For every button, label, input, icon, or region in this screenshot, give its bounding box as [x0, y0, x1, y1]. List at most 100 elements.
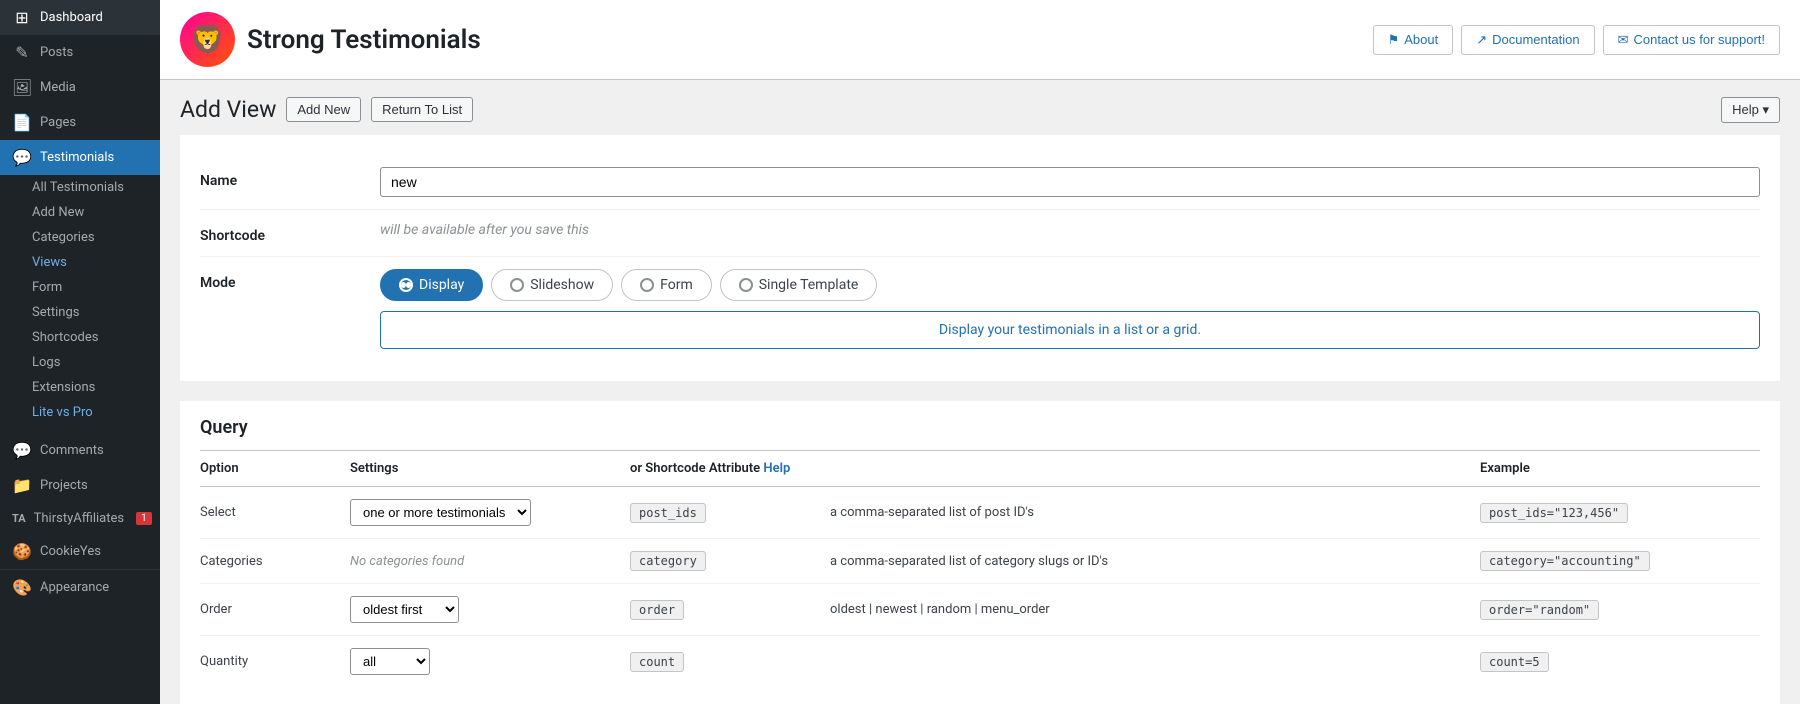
sidebar-item-appearance[interactable]: 🎨 Appearance: [0, 569, 160, 605]
mode-option-display[interactable]: Display: [380, 269, 483, 301]
sidebar-item-form[interactable]: Form: [32, 275, 160, 300]
shortcode-help-link[interactable]: Help: [763, 461, 790, 476]
shortcode-field: will be available after you save this: [380, 222, 1760, 238]
sidebar-item-all-testimonials[interactable]: All Testimonials: [32, 175, 160, 200]
shortcode-badge-category: category: [630, 551, 706, 571]
sidebar-item-dashboard[interactable]: ⊞ Dashboard: [0, 0, 160, 35]
example-code-post-ids: post_ids="123,456": [1480, 503, 1628, 523]
name-label: Name: [200, 167, 360, 189]
testimonials-icon: 💬: [12, 148, 32, 167]
mode-radio-form: [640, 278, 654, 292]
content-area: Add View Add New Return To List Help ▾ N…: [160, 80, 1800, 704]
help-button[interactable]: Help ▾: [1721, 97, 1780, 123]
settings-cell-categories: No categories found: [350, 539, 630, 584]
settings-cell-select: one or more testimonials all testimonial…: [350, 487, 630, 539]
dashboard-icon: ⊞: [12, 8, 32, 27]
mode-options: Display Slideshow Form: [380, 269, 1760, 301]
sidebar-item-extensions[interactable]: Extensions: [32, 375, 160, 400]
example-cell-select: post_ids="123,456": [1480, 487, 1760, 539]
mode-option-form[interactable]: Form: [621, 269, 712, 301]
plugin-logo-icon: 🦁: [180, 12, 235, 67]
sidebar-item-comments[interactable]: 💬 Comments: [0, 433, 160, 468]
comments-icon: 💬: [12, 441, 32, 460]
query-table: Option Settings or Shortcode Attribute H…: [200, 451, 1760, 687]
documentation-icon: ↗: [1476, 32, 1487, 48]
cookieyes-icon: 🍪: [12, 542, 32, 561]
option-cell-select: Select: [200, 487, 350, 539]
mode-option-single-template[interactable]: Single Template: [720, 269, 878, 301]
page-header-left: Add View Add New Return To List: [180, 96, 473, 123]
table-header-row: Option Settings or Shortcode Attribute H…: [200, 451, 1760, 487]
table-row: Order oldest first newest first random m…: [200, 584, 1760, 636]
sidebar: ⊞ Dashboard ✎ Posts 🖼 Media 📄 Pages 💬 Te…: [0, 0, 160, 704]
sidebar-item-testimonials[interactable]: 💬 Testimonials: [0, 140, 160, 175]
return-to-list-button[interactable]: Return To List: [371, 97, 473, 122]
mode-radio-slideshow: [510, 278, 524, 292]
table-row: Quantity all 1 5 10 25 50: [200, 636, 1760, 688]
col-header-option: Option: [200, 451, 350, 487]
description-cell-select: a comma-separated list of post ID's: [830, 487, 1480, 539]
sidebar-item-add-new[interactable]: Add New: [32, 200, 160, 225]
no-categories-text: No categories found: [350, 554, 464, 569]
query-section-title: Query: [200, 401, 1760, 451]
sidebar-item-logs[interactable]: Logs: [32, 350, 160, 375]
sidebar-item-projects[interactable]: 📁 Projects: [0, 468, 160, 503]
mode-option-slideshow[interactable]: Slideshow: [491, 269, 613, 301]
shortcode-row: Shortcode will be available after you sa…: [200, 210, 1760, 257]
header-actions: ⚑ About ↗ Documentation ✉ Contact us for…: [1373, 25, 1780, 55]
select-dropdown-order[interactable]: oldest first newest first random menu_or…: [350, 596, 459, 623]
media-icon: 🖼: [12, 78, 32, 97]
name-field: [380, 167, 1760, 197]
name-input[interactable]: [380, 167, 1760, 197]
settings-cell-order: oldest first newest first random menu_or…: [350, 584, 630, 636]
option-cell-order: Order: [200, 584, 350, 636]
contact-support-button[interactable]: ✉ Contact us for support!: [1603, 25, 1780, 55]
example-cell-quantity: count=5: [1480, 636, 1760, 688]
query-section: Query Option Settings or Shortcode Attri…: [180, 401, 1780, 704]
select-dropdown-testimonials[interactable]: one or more testimonials all testimonial…: [350, 499, 531, 526]
col-header-description: [830, 451, 1480, 487]
shortcode-cell-select: post_ids: [630, 487, 830, 539]
plugin-title: Strong Testimonials: [247, 25, 481, 55]
about-icon: ⚑: [1388, 32, 1400, 48]
projects-icon: 📁: [12, 476, 32, 495]
shortcode-hint: will be available after you save this: [380, 216, 589, 238]
about-button[interactable]: ⚑ About: [1373, 25, 1454, 55]
main-content: 🦁 Strong Testimonials ⚑ About ↗ Document…: [160, 0, 1800, 704]
shortcode-cell-order: order: [630, 584, 830, 636]
sidebar-item-thirsty-affiliates[interactable]: TA ThirstyAffiliates 1: [0, 503, 160, 534]
sidebar-item-lite-vs-pro[interactable]: Lite vs Pro: [32, 400, 160, 425]
form-area: Name Shortcode will be available after y…: [180, 135, 1780, 381]
table-row: Categories No categories found category …: [200, 539, 1760, 584]
mode-label: Mode: [200, 269, 360, 291]
shortcode-badge-count: count: [630, 652, 684, 672]
add-new-button[interactable]: Add New: [286, 97, 361, 122]
sidebar-item-pages[interactable]: 📄 Pages: [0, 105, 160, 140]
documentation-button[interactable]: ↗ Documentation: [1461, 25, 1594, 55]
sidebar-item-cookieyes[interactable]: 🍪 CookieYes: [0, 534, 160, 569]
mode-radio-single-template: [739, 278, 753, 292]
shortcode-badge-order: order: [630, 600, 684, 620]
sidebar-bottom-section: 💬 Comments 📁 Projects TA ThirstyAffiliat…: [0, 433, 160, 605]
description-cell-quantity: [830, 636, 1480, 688]
thirsty-affiliates-badge: 1: [136, 512, 152, 525]
description-cell-categories: a comma-separated list of category slugs…: [830, 539, 1480, 584]
plugin-logo: 🦁 Strong Testimonials: [180, 12, 481, 67]
example-code-category: category="accounting": [1480, 551, 1650, 571]
option-cell-quantity: Quantity: [200, 636, 350, 688]
sidebar-item-posts[interactable]: ✎ Posts: [0, 35, 160, 70]
shortcode-cell-categories: category: [630, 539, 830, 584]
page-title: Add View: [180, 96, 276, 123]
sidebar-item-views[interactable]: Views: [32, 250, 160, 275]
mode-row-inner: Mode Display Slideshow: [200, 269, 1760, 349]
example-code-count: count=5: [1480, 652, 1549, 672]
shortcode-badge-post-ids: post_ids: [630, 503, 706, 523]
settings-cell-quantity: all 1 5 10 25 50: [350, 636, 630, 688]
sidebar-item-media[interactable]: 🖼 Media: [0, 70, 160, 105]
sidebar-item-categories[interactable]: Categories: [32, 225, 160, 250]
select-dropdown-quantity[interactable]: all 1 5 10 25 50: [350, 648, 430, 675]
sidebar-item-shortcodes[interactable]: Shortcodes: [32, 325, 160, 350]
sidebar-item-settings[interactable]: Settings: [32, 300, 160, 325]
col-header-shortcode: or Shortcode Attribute Help: [630, 451, 830, 487]
description-cell-order: oldest | newest | random | menu_order: [830, 584, 1480, 636]
